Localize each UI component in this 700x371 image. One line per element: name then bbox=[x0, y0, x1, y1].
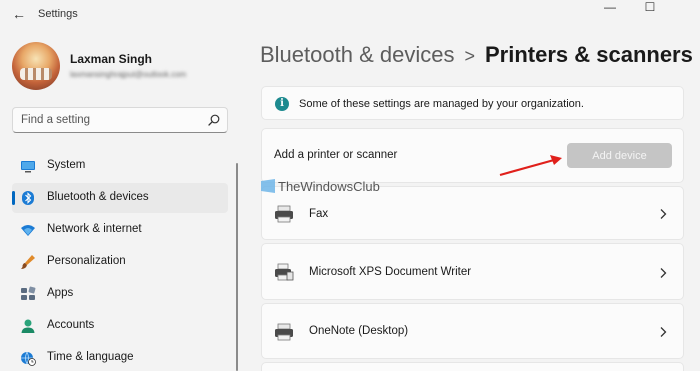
minimize-button[interactable]: — bbox=[590, 0, 630, 14]
search-input[interactable] bbox=[21, 112, 201, 128]
sidebar-item-network-internet[interactable]: Network & internet bbox=[12, 215, 228, 245]
bluetooth-icon bbox=[22, 191, 34, 205]
fax-printer-icon bbox=[275, 205, 293, 223]
info-icon: i bbox=[275, 97, 289, 111]
info-banner-text: Some of these settings are managed by yo… bbox=[299, 98, 584, 110]
search-icon bbox=[208, 114, 220, 126]
device-row-fax[interactable]: Fax bbox=[261, 186, 684, 240]
device-row-xps-writer[interactable]: Microsoft XPS Document Writer bbox=[261, 243, 684, 300]
sidebar-item-apps[interactable]: Apps bbox=[12, 279, 228, 309]
sidebar-item-label: Bluetooth & devices bbox=[47, 191, 149, 203]
printer-icon bbox=[275, 323, 293, 341]
user-email: laxmansinghrajput@outlook.com bbox=[70, 70, 187, 79]
sidebar-item-personalization[interactable]: Personalization bbox=[12, 247, 228, 277]
device-label: Microsoft XPS Document Writer bbox=[309, 266, 472, 278]
minimize-icon: — bbox=[604, 0, 616, 14]
xps-printer-icon bbox=[275, 263, 294, 281]
user-name: Laxman Singh bbox=[70, 52, 153, 66]
globe-clock-icon bbox=[21, 351, 36, 366]
info-banner: i Some of these settings are managed by … bbox=[261, 86, 684, 120]
add-printer-card: Add a printer or scanner Add device bbox=[261, 128, 684, 183]
avatar bbox=[12, 42, 60, 90]
sidebar-scrollbar[interactable] bbox=[236, 163, 238, 371]
device-row-partial[interactable] bbox=[261, 362, 684, 371]
sidebar-item-label: Network & internet bbox=[47, 223, 142, 235]
back-button[interactable]: ← bbox=[10, 5, 28, 23]
maximize-button[interactable]: ☐ bbox=[630, 0, 670, 14]
person-icon bbox=[21, 319, 35, 333]
monitor-icon bbox=[21, 161, 35, 173]
device-label: Fax bbox=[309, 208, 329, 220]
add-printer-label: Add a printer or scanner bbox=[274, 149, 398, 161]
breadcrumb: Bluetooth & devices > Printers & scanners bbox=[260, 40, 693, 71]
chevron-right-icon bbox=[660, 268, 667, 278]
maximize-icon: ☐ bbox=[644, 0, 656, 14]
sidebar-item-accounts[interactable]: Accounts bbox=[12, 311, 228, 341]
chevron-right-icon bbox=[660, 327, 667, 337]
sidebar-item-system[interactable]: System bbox=[12, 151, 228, 181]
sidebar-item-label: Personalization bbox=[47, 255, 126, 267]
breadcrumb-parent-link[interactable]: Bluetooth & devices bbox=[260, 42, 454, 67]
sidebar-item-label: Accounts bbox=[47, 319, 95, 331]
apps-icon bbox=[21, 286, 36, 300]
paintbrush-icon bbox=[21, 255, 35, 269]
back-arrow-icon: ← bbox=[12, 6, 26, 22]
sidebar-item-label: Time & language bbox=[47, 351, 134, 363]
chevron-right-icon bbox=[660, 209, 667, 219]
app-title: Settings bbox=[38, 8, 78, 20]
sidebar-item-label: System bbox=[47, 159, 86, 171]
sidebar-item-bluetooth-devices[interactable]: Bluetooth & devices bbox=[12, 183, 228, 213]
breadcrumb-separator-icon: > bbox=[464, 46, 475, 66]
device-row-onenote[interactable]: OneNote (Desktop) bbox=[261, 303, 684, 359]
page-title: Printers & scanners bbox=[484, 42, 693, 67]
search-box[interactable] bbox=[12, 107, 228, 133]
add-device-button[interactable]: Add device bbox=[567, 143, 672, 168]
sidebar-item-label: Apps bbox=[47, 287, 74, 299]
wifi-icon bbox=[21, 225, 35, 236]
annotation-arrow-icon bbox=[499, 155, 562, 177]
sidebar-item-time-language[interactable]: Time & language bbox=[12, 343, 228, 371]
title-bar: ← Settings — ☐ bbox=[0, 0, 700, 28]
device-label: OneNote (Desktop) bbox=[309, 325, 409, 337]
